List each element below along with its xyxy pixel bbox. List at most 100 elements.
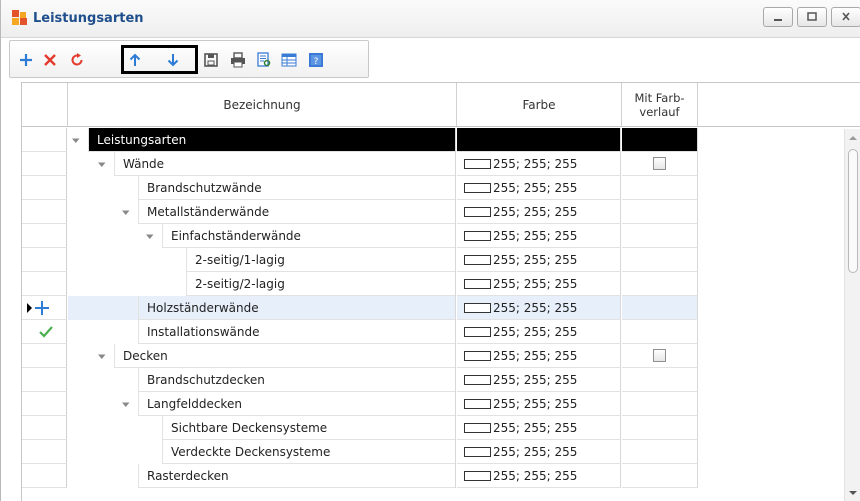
help-button[interactable]: ? (306, 50, 326, 70)
name-cell[interactable]: Brandschutzdecken (68, 368, 456, 392)
row-indicator[interactable] (22, 344, 67, 368)
name-cell[interactable]: Leistungsarten (68, 128, 456, 152)
name-cell[interactable]: Decken (68, 344, 456, 368)
row-indicator[interactable] (22, 296, 67, 320)
save-button[interactable] (201, 50, 221, 70)
name-cell[interactable]: Verdeckte Deckensysteme (68, 440, 456, 464)
row-indicator[interactable] (22, 320, 67, 344)
column-header-mit-farbverlauf[interactable]: Mit Farb- verlauf (622, 83, 698, 127)
row-indicator[interactable] (22, 152, 67, 176)
name-cell[interactable]: Langfelddecken (68, 392, 456, 416)
tree-row[interactable]: Metallständerwände 255; 255; 255 (68, 200, 698, 224)
gradient-cell[interactable] (622, 248, 698, 272)
color-cell[interactable] (457, 128, 621, 152)
preview-button[interactable] (254, 50, 274, 70)
name-cell[interactable]: Rasterdecken (68, 464, 456, 488)
row-indicator[interactable] (22, 128, 67, 152)
gradient-checkbox[interactable] (653, 157, 666, 170)
color-cell[interactable]: 255; 255; 255 (457, 272, 621, 296)
delete-button[interactable] (40, 50, 60, 70)
color-cell[interactable]: 255; 255; 255 (457, 320, 621, 344)
tree-row[interactable]: Leistungsarten (68, 128, 698, 152)
gradient-cell[interactable] (622, 440, 698, 464)
scrollbar-thumb[interactable] (848, 149, 858, 273)
expand-collapse-icon[interactable] (71, 136, 80, 145)
color-cell[interactable]: 255; 255; 255 (457, 392, 621, 416)
gradient-cell[interactable] (622, 392, 698, 416)
gradient-checkbox[interactable] (653, 349, 666, 362)
tree-row[interactable]: Decken 255; 255; 255 (68, 344, 698, 368)
gradient-cell[interactable] (622, 272, 698, 296)
expand-collapse-icon[interactable] (97, 160, 106, 169)
expand-collapse-icon[interactable] (145, 232, 154, 241)
gradient-cell[interactable] (622, 200, 698, 224)
color-cell[interactable]: 255; 255; 255 (457, 344, 621, 368)
color-cell[interactable]: 255; 255; 255 (457, 416, 621, 440)
row-indicator[interactable] (22, 416, 67, 440)
add-button[interactable] (16, 50, 36, 70)
scroll-down-icon[interactable] (849, 490, 857, 496)
row-indicator[interactable] (22, 392, 67, 416)
name-cell[interactable]: 2-seitig/2-lagig (68, 272, 456, 296)
name-cell[interactable]: Wände (68, 152, 456, 176)
gradient-cell[interactable] (622, 320, 698, 344)
color-cell[interactable]: 255; 255; 255 (457, 296, 621, 320)
color-cell[interactable]: 255; 255; 255 (457, 368, 621, 392)
row-indicator[interactable] (22, 440, 67, 464)
gradient-cell[interactable] (622, 344, 698, 368)
name-cell[interactable]: Metallständerwände (68, 200, 456, 224)
tree-row[interactable]: 2-seitig/2-lagig 255; 255; 255 (68, 272, 698, 296)
column-header-farbe[interactable]: Farbe (457, 83, 622, 127)
tree-row[interactable]: Einfachständerwände 255; 255; 255 (68, 224, 698, 248)
gradient-cell[interactable] (622, 368, 698, 392)
tree-row[interactable]: Rasterdecken 255; 255; 255 (68, 464, 698, 488)
expand-collapse-icon[interactable] (121, 208, 130, 217)
minimize-button[interactable] (763, 7, 793, 27)
gradient-cell[interactable] (622, 128, 698, 152)
row-indicator[interactable] (22, 272, 67, 296)
expand-collapse-icon[interactable] (97, 352, 106, 361)
gradient-cell[interactable] (622, 152, 698, 176)
color-cell[interactable]: 255; 255; 255 (457, 464, 621, 488)
row-indicator[interactable] (22, 368, 67, 392)
name-cell[interactable]: 2-seitig/1-lagig (68, 248, 456, 272)
color-cell[interactable]: 255; 255; 255 (457, 176, 621, 200)
tree-row[interactable]: Sichtbare Deckensysteme 255; 255; 255 (68, 416, 698, 440)
columns-button[interactable] (279, 50, 299, 70)
maximize-button[interactable] (797, 7, 827, 27)
tree-row[interactable]: Brandschutzdecken 255; 255; 255 (68, 368, 698, 392)
row-indicator[interactable] (22, 176, 67, 200)
color-cell[interactable]: 255; 255; 255 (457, 152, 621, 176)
title-bar[interactable]: Leistungsarten (1, 0, 860, 38)
row-indicator[interactable] (22, 200, 67, 224)
gradient-cell[interactable] (622, 296, 698, 320)
color-cell[interactable]: 255; 255; 255 (457, 440, 621, 464)
name-cell[interactable]: Sichtbare Deckensysteme (68, 416, 456, 440)
close-button[interactable] (831, 7, 860, 27)
color-cell[interactable]: 255; 255; 255 (457, 200, 621, 224)
name-cell[interactable]: Einfachständerwände (68, 224, 456, 248)
name-cell[interactable]: Installationswände (68, 320, 456, 344)
row-indicator[interactable] (22, 464, 67, 488)
tree-row[interactable]: Verdeckte Deckensysteme 255; 255; 255 (68, 440, 698, 464)
scroll-up-icon[interactable] (849, 135, 857, 141)
name-cell[interactable]: Holzständerwände (68, 296, 456, 320)
color-cell[interactable]: 255; 255; 255 (457, 248, 621, 272)
color-cell[interactable]: 255; 255; 255 (457, 224, 621, 248)
row-indicator[interactable] (22, 224, 67, 248)
column-header-bezeichnung[interactable]: Bezeichnung (68, 83, 457, 127)
print-button[interactable] (228, 50, 248, 70)
tree-row[interactable]: Wände 255; 255; 255 (68, 152, 698, 176)
tree-row[interactable]: Brandschutzwände 255; 255; 255 (68, 176, 698, 200)
tree-row[interactable]: Holzständerwände 255; 255; 255 (68, 296, 698, 320)
gradient-cell[interactable] (622, 464, 698, 488)
tree-row[interactable]: Langfelddecken 255; 255; 255 (68, 392, 698, 416)
gradient-cell[interactable] (622, 416, 698, 440)
expand-collapse-icon[interactable] (121, 400, 130, 409)
tree-row[interactable]: 2-seitig/1-lagig 255; 255; 255 (68, 248, 698, 272)
tree-row[interactable]: Installationswände 255; 255; 255 (68, 320, 698, 344)
row-indicator[interactable] (22, 248, 67, 272)
name-cell[interactable]: Brandschutzwände (68, 176, 456, 200)
vertical-scrollbar[interactable] (844, 129, 860, 501)
gradient-cell[interactable] (622, 224, 698, 248)
